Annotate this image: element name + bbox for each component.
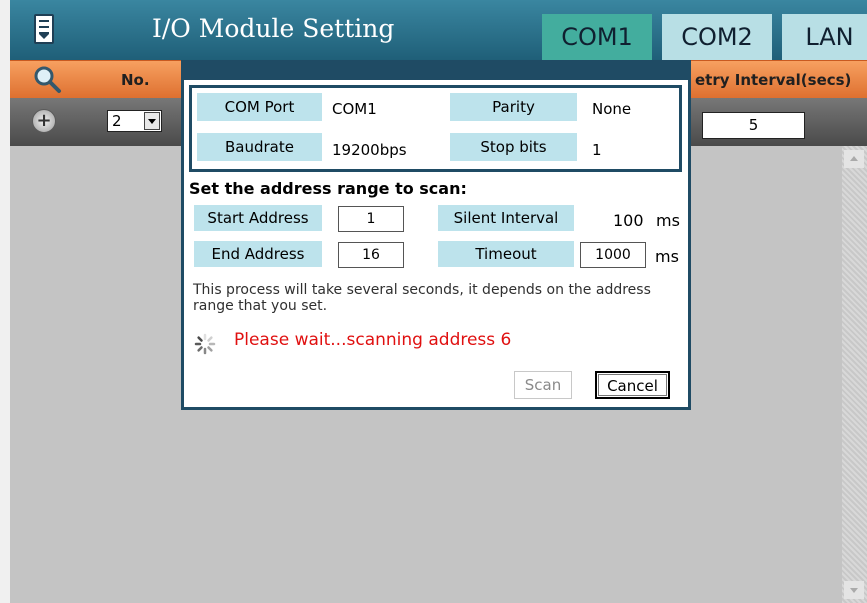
port-info-panel: COM Port COM1 Parity None Baudrate 19200… [189, 85, 682, 172]
scan-status-text: Please wait...scanning address 6 [234, 330, 512, 350]
parity-value: None [592, 100, 632, 118]
timeout-label: Timeout [438, 241, 574, 267]
scroll-down-icon[interactable] [844, 581, 864, 599]
baudrate-value: 19200bps [332, 141, 407, 159]
column-header-retry-interval: etry Interval(secs) [695, 71, 852, 89]
com-port-label: COM Port [197, 93, 322, 121]
retry-interval-input[interactable]: 5 [702, 112, 805, 139]
com-port-value: COM1 [332, 100, 377, 118]
cancel-button[interactable]: Cancel [595, 371, 670, 399]
spinner-icon [194, 333, 216, 355]
silent-interval-value: 100 [613, 211, 644, 230]
scan-duration-note: This process will take several seconds, … [193, 282, 651, 314]
timeout-input[interactable]: 1000 [580, 242, 646, 268]
title-bar: I/O Module Setting COM1 COM2 LAN [10, 0, 867, 60]
silent-interval-unit: ms [656, 211, 680, 230]
module-number-select[interactable]: 2 [107, 110, 162, 132]
tab-lan[interactable]: LAN [782, 14, 867, 60]
stop-bits-value: 1 [592, 141, 602, 159]
add-icon[interactable]: + [32, 109, 56, 133]
tab-com2[interactable]: COM2 [662, 14, 772, 60]
parity-label: Parity [450, 93, 577, 121]
app-title: I/O Module Setting [152, 14, 395, 43]
scan-dialog: COM Port COM1 Parity None Baudrate 19200… [181, 60, 691, 410]
module-number-value: 2 [112, 112, 122, 130]
scan-button[interactable]: Scan [514, 371, 572, 399]
app-window: I/O Module Setting COM1 COM2 LAN No. etr… [0, 0, 867, 603]
start-address-input[interactable]: 1 [338, 206, 404, 232]
tab-com1[interactable]: COM1 [542, 14, 652, 60]
timeout-unit: ms [655, 247, 679, 266]
silent-interval-label: Silent Interval [438, 205, 574, 231]
search-icon[interactable] [32, 64, 62, 94]
stop-bits-label: Stop bits [450, 133, 577, 161]
list-scrollbar[interactable] [842, 146, 867, 603]
end-address-label: End Address [194, 241, 322, 267]
menu-icon[interactable] [34, 14, 54, 44]
end-address-input[interactable]: 16 [338, 242, 404, 268]
start-address-label: Start Address [194, 205, 322, 231]
scroll-up-icon[interactable] [844, 150, 864, 168]
column-header-no: No. [121, 71, 150, 89]
chevron-down-icon[interactable] [144, 112, 160, 130]
baudrate-label: Baudrate [197, 133, 322, 161]
scan-range-heading: Set the address range to scan: [189, 179, 467, 198]
